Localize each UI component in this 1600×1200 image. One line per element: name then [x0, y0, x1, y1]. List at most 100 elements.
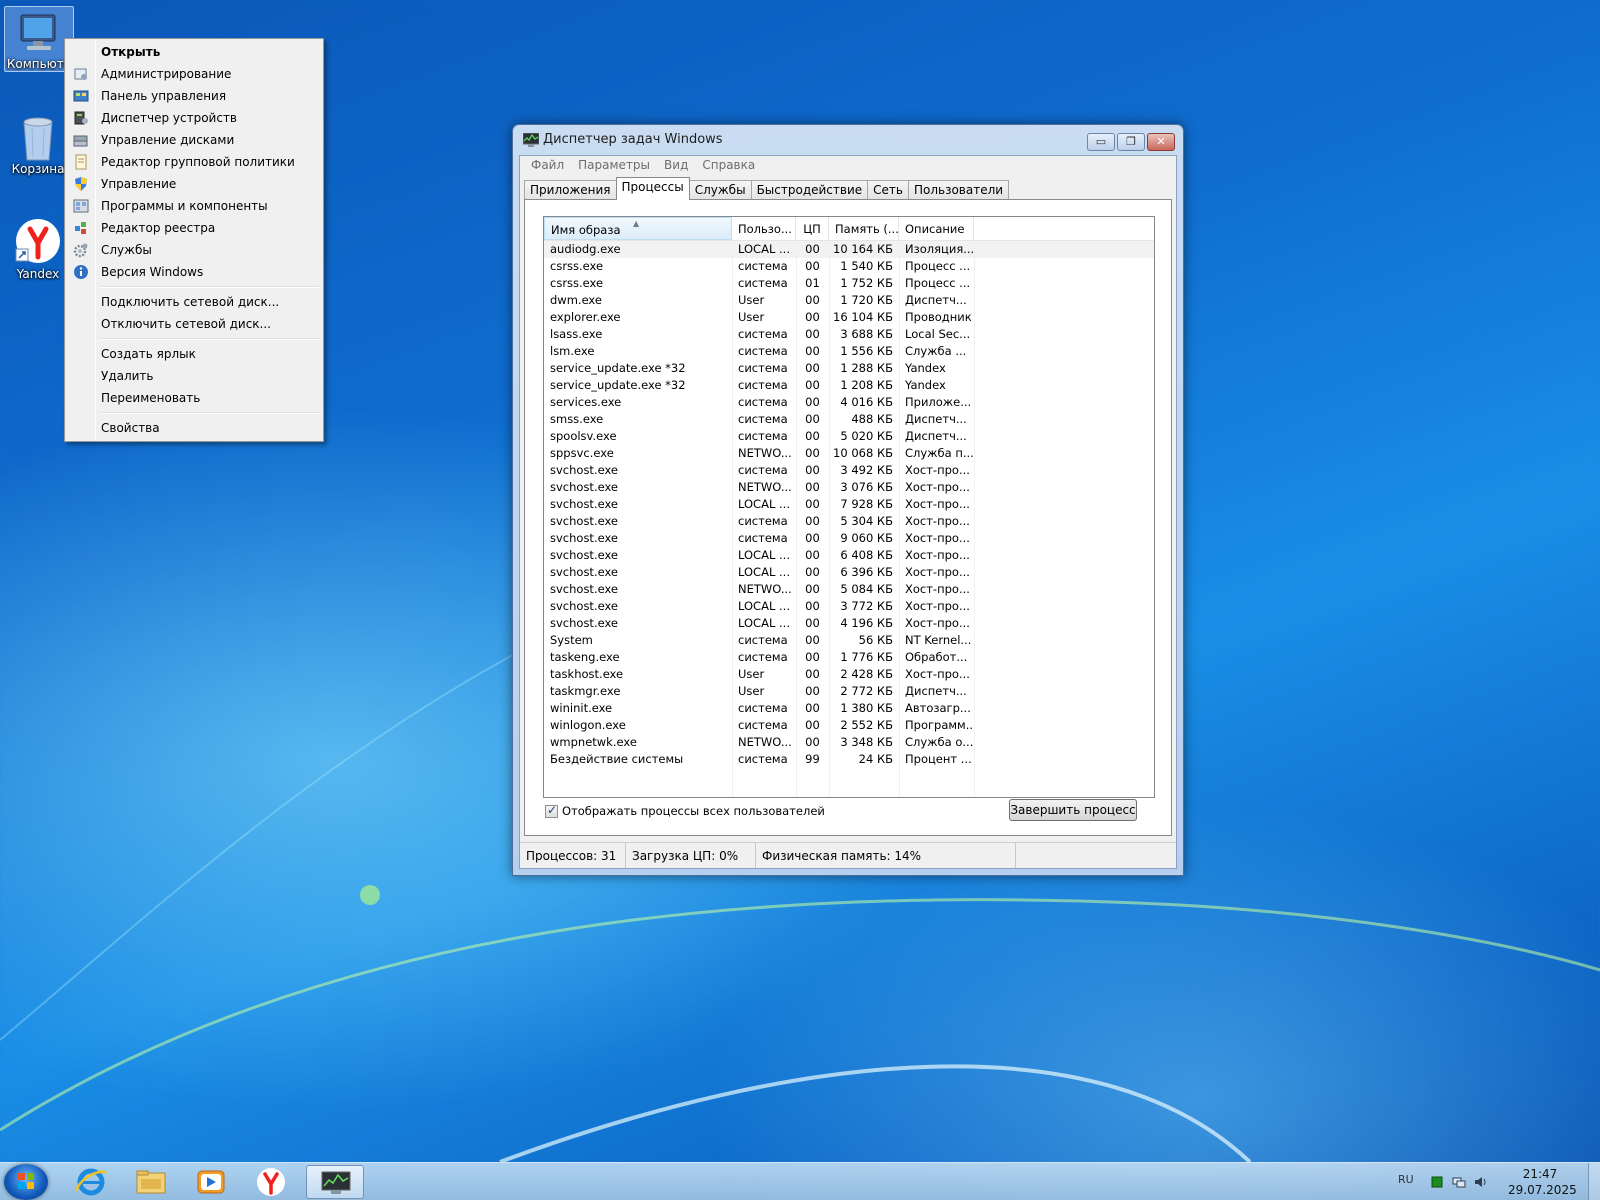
table-row[interactable]: sppsvc.exe NETWO... 00 10 068 КБ Служба п... — [544, 445, 1154, 462]
table-cell: wininit.exe — [550, 701, 613, 715]
menu-item-registry-editor[interactable]: Редактор реестра — [67, 217, 321, 239]
table-row[interactable]: svchost.exe NETWO... 00 5 084 КБ Хост-про... — [544, 581, 1154, 598]
table-cell: NETWO... — [738, 446, 792, 460]
table-row[interactable]: service_update.exe *32 система 00 1 288 КБ Y… — [544, 360, 1154, 377]
table-row[interactable]: svchost.exe LOCAL ... 00 4 196 КБ Хост-про..… — [544, 615, 1154, 632]
menu-options[interactable]: Параметры — [571, 156, 657, 174]
table-row[interactable]: svchost.exe система 00 9 060 КБ Хост-про... — [544, 530, 1154, 547]
table-row[interactable]: svchost.exe NETWO... 00 3 076 КБ Хост-про... — [544, 479, 1154, 496]
table-row[interactable]: service_update.exe *32 система 00 1 208 КБ Y… — [544, 377, 1154, 394]
end-process-button[interactable]: Завершить процесс — [1009, 799, 1137, 821]
minimize-button[interactable]: ▭ — [1087, 133, 1115, 151]
menu-item-create-shortcut[interactable]: Создать ярлык — [67, 343, 321, 365]
tab-processes[interactable]: Процессы — [615, 177, 690, 200]
language-indicator[interactable]: RU — [1398, 1173, 1414, 1186]
show-all-users-row[interactable]: ✓ Отображать процессы всех пользователей — [545, 803, 825, 818]
taskbar-media-player[interactable] — [182, 1165, 240, 1199]
task-manager-icon — [321, 1171, 351, 1194]
table-row[interactable]: smss.exe система 00 488 КБ Диспетч... — [544, 411, 1154, 428]
table-row[interactable]: svchost.exe LOCAL ... 00 6 396 КБ Хост-про..… — [544, 564, 1154, 581]
table-row[interactable]: csrss.exe система 00 1 540 КБ Процесс ... — [544, 258, 1154, 275]
taskbar-task-manager[interactable] — [306, 1165, 364, 1199]
close-button[interactable]: ✕ — [1147, 133, 1175, 151]
table-cell: 3 688 КБ — [840, 327, 893, 341]
tab-network[interactable]: Сеть — [867, 180, 909, 200]
column-header-image-name[interactable]: ▲ Имя образа — [544, 217, 732, 240]
table-row[interactable]: svchost.exe LOCAL ... 00 6 408 КБ Хост-про..… — [544, 547, 1154, 564]
menu-item-group-policy[interactable]: Редактор групповой политики — [67, 151, 321, 173]
menu-item-windows-version[interactable]: Версия Windows — [67, 261, 321, 283]
menu-item-services[interactable]: Службы — [67, 239, 321, 261]
menu-item-manage[interactable]: Управление — [67, 173, 321, 195]
table-cell: 00 — [805, 242, 820, 256]
table-row[interactable]: winlogon.exe система 00 2 552 КБ Программ... — [544, 717, 1154, 734]
table-row[interactable]: System система 00 56 КБ NT Kernel... — [544, 632, 1154, 649]
table-cell: 00 — [805, 582, 820, 596]
menu-help[interactable]: Справка — [695, 156, 762, 174]
table-row[interactable]: lsm.exe система 00 1 556 КБ Служба ... — [544, 343, 1154, 360]
table-cell: 00 — [805, 667, 820, 681]
menu-item-administration[interactable]: Администрирование — [67, 63, 321, 85]
taskbar-file-explorer[interactable] — [122, 1165, 180, 1199]
green-tray-icon[interactable] — [1430, 1175, 1444, 1189]
menu-item-control-panel[interactable]: Панель управления — [67, 85, 321, 107]
table-cell: 3 348 КБ — [840, 735, 893, 749]
menu-item-map-network-drive[interactable]: Подключить сетевой диск... — [67, 291, 321, 313]
process-list[interactable]: ▲ Имя образа Пользо... ЦП Память (... Опи… — [543, 216, 1155, 798]
table-row[interactable]: taskhost.exe User 00 2 428 КБ Хост-про... — [544, 666, 1154, 683]
menu-view[interactable]: Вид — [657, 156, 695, 174]
menu-item-delete[interactable]: Удалить — [67, 365, 321, 387]
table-row[interactable]: dwm.exe User 00 1 720 КБ Диспетч... — [544, 292, 1154, 309]
column-header-user[interactable]: Пользо... — [732, 217, 796, 240]
tab-users[interactable]: Пользователи — [907, 180, 1010, 200]
network-icon[interactable] — [1452, 1175, 1466, 1189]
taskbar-internet-explorer[interactable] — [62, 1165, 120, 1199]
table-row[interactable]: audiodg.exe LOCAL ... 00 10 164 КБ Изоляция.… — [544, 241, 1154, 258]
table-row[interactable]: wmpnetwk.exe NETWO... 00 3 348 КБ Служба о..… — [544, 734, 1154, 751]
table-row[interactable]: svchost.exe система 00 3 492 КБ Хост-про... — [544, 462, 1154, 479]
menu-item-rename[interactable]: Переименовать — [67, 387, 321, 409]
desktop-icon-recycle-bin[interactable]: Корзина — [3, 108, 73, 176]
taskbar-yandex-browser[interactable] — [242, 1165, 300, 1199]
maximize-button[interactable]: ❐ — [1117, 133, 1145, 151]
column-header-memory[interactable]: Память (... — [829, 217, 899, 240]
tab-services[interactable]: Службы — [688, 180, 752, 200]
show-desktop-button[interactable] — [1588, 1163, 1600, 1200]
clock[interactable]: 21:47 29.07.2025 — [1508, 1166, 1577, 1198]
table-cell: taskeng.exe — [550, 650, 620, 664]
table-cell: 00 — [805, 378, 820, 392]
tab-applications[interactable]: Приложения — [524, 180, 617, 200]
table-row[interactable]: taskmgr.exe User 00 2 772 КБ Диспетч... — [544, 683, 1154, 700]
menu-file[interactable]: Файл — [524, 156, 571, 174]
show-all-users-label[interactable]: Отображать процессы всех пользователей — [562, 804, 825, 818]
column-header-cpu[interactable]: ЦП — [796, 217, 829, 240]
start-button[interactable] — [4, 1164, 48, 1200]
volume-icon[interactable] — [1474, 1175, 1488, 1189]
table-row[interactable]: explorer.exe User 00 16 104 КБ Проводник — [544, 309, 1154, 326]
table-row[interactable]: csrss.exe система 01 1 752 КБ Процесс ... — [544, 275, 1154, 292]
table-row[interactable]: svchost.exe LOCAL ... 00 3 772 КБ Хост-про..… — [544, 598, 1154, 615]
window-title-bar[interactable]: Диспетчер задач Windows — [521, 125, 1075, 155]
table-row[interactable]: spoolsv.exe система 00 5 020 КБ Диспетч... — [544, 428, 1154, 445]
desktop-icon-yandex[interactable]: Yandex — [3, 213, 73, 281]
menu-item-disconnect-network-drive[interactable]: Отключить сетевой диск... — [67, 313, 321, 335]
table-row[interactable]: Бездействие системы система 99 24 КБ Процент… — [544, 751, 1154, 768]
column-header-description[interactable]: Описание — [899, 217, 974, 240]
tab-performance[interactable]: Быстродействие — [750, 180, 869, 200]
table-row[interactable]: svchost.exe система 00 5 304 КБ Хост-про... — [544, 513, 1154, 530]
table-row[interactable]: services.exe система 00 4 016 КБ Приложе... — [544, 394, 1154, 411]
table-row[interactable]: lsass.exe система 00 3 688 КБ Local Sec... — [544, 326, 1154, 343]
services-gear-icon — [73, 243, 88, 258]
table-cell: Диспетч... — [905, 429, 967, 443]
menu-item-device-manager[interactable]: Диспетчер устройств — [67, 107, 321, 129]
table-row[interactable]: taskeng.exe система 00 1 776 КБ Обработ... — [544, 649, 1154, 666]
table-row[interactable]: wininit.exe система 00 1 380 КБ Автозагр... — [544, 700, 1154, 717]
table-cell: 4 196 КБ — [840, 616, 893, 630]
menu-item-properties[interactable]: Свойства — [67, 417, 321, 439]
menu-item-disk-management[interactable]: Управление дисками — [67, 129, 321, 151]
table-cell: Служба п... — [905, 446, 974, 460]
show-all-users-checkbox[interactable]: ✓ — [545, 803, 558, 818]
table-row[interactable]: svchost.exe LOCAL ... 00 7 928 КБ Хост-про..… — [544, 496, 1154, 513]
menu-item-programs[interactable]: Программы и компоненты — [67, 195, 321, 217]
menu-item-open[interactable]: Открыть — [67, 41, 321, 63]
